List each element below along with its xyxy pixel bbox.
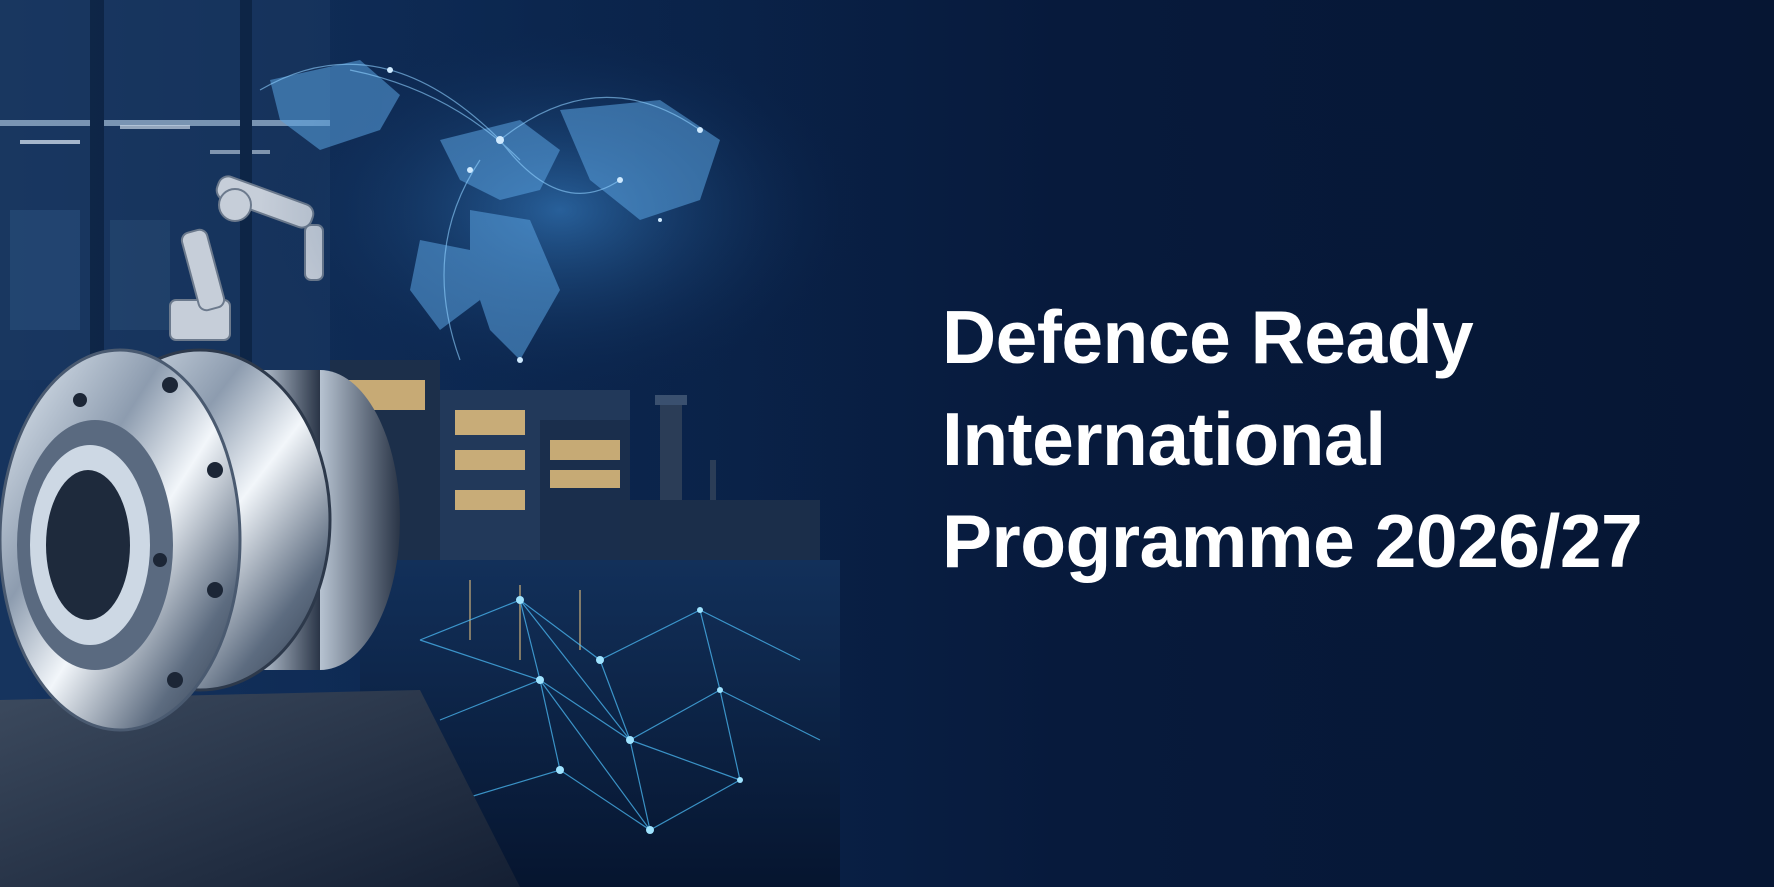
banner-title: Defence Ready International Programme 20… bbox=[942, 286, 1742, 592]
title-line-3: Programme 2026/27 bbox=[942, 499, 1643, 583]
hero-banner: Defence Ready International Programme 20… bbox=[0, 0, 1774, 887]
title-line-1: Defence Ready bbox=[942, 295, 1474, 379]
title-line-2: International bbox=[942, 397, 1386, 481]
